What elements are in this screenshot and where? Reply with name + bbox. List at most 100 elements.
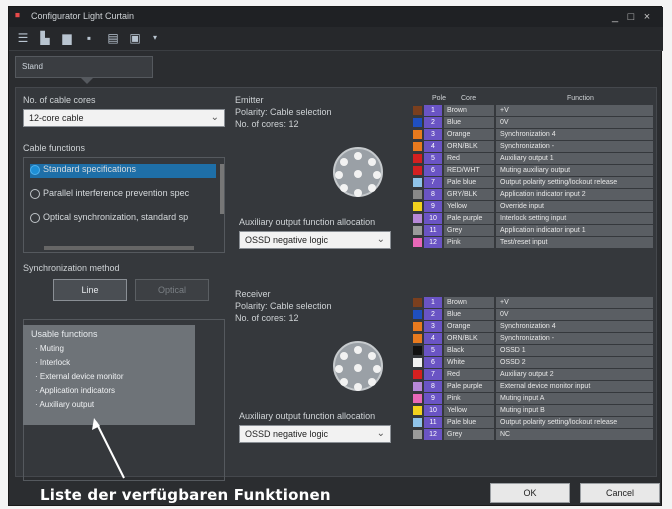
core-color-swatch (413, 298, 422, 307)
core-color-swatch (413, 226, 422, 235)
pin-function: Synchronization - (496, 141, 653, 152)
core-color-swatch (413, 358, 422, 367)
pole-number: 11 (424, 225, 442, 236)
menu-icon[interactable]: ☰ (15, 30, 31, 46)
pole-number: 5 (424, 345, 442, 356)
maximize-button[interactable]: □ (623, 9, 639, 25)
core-color-swatch (413, 406, 422, 415)
minimize-button[interactable]: _ (607, 9, 623, 25)
function-item-label: Interlock (39, 358, 71, 367)
emitter-connector-icon (333, 147, 383, 197)
radio-standard-spec[interactable]: Standard specifications (30, 164, 216, 178)
pole-number: 11 (424, 417, 442, 428)
function-item-label: Auxiliary output (39, 400, 95, 409)
toolbar: ☰ ▙ ▆ ▪ ▤ ▣ ▾ (9, 27, 663, 51)
pole-number: 3 (424, 321, 442, 332)
app-window: ⏹ Configurator Light Curtain _ □ × ☰ ▙ ▆… (8, 6, 663, 506)
pin-function: +V (496, 105, 653, 116)
pin-function: 0V (496, 117, 653, 128)
pin-function: OSSD 1 (496, 345, 653, 356)
pin-function: Auxiliary output 1 (496, 153, 653, 164)
pin-icon (354, 364, 362, 372)
core-color-swatch (413, 106, 422, 115)
receiver-pin-table: 1 Brown +V 2 Blue 0V 3 Orange Synchronization 44… (413, 297, 653, 441)
receiver-aux-label: Auxiliary output function allocation (239, 411, 376, 421)
ok-button[interactable]: OK (490, 483, 570, 503)
pin-icon (368, 378, 376, 386)
pin-function: Test/reset input (496, 237, 653, 248)
cores-select-value: 12-core cable (29, 113, 84, 123)
pin-icon (335, 171, 343, 179)
cancel-button[interactable]: Cancel (580, 483, 660, 503)
pin-function: Application indicator input 2 (496, 189, 653, 200)
pin-function: Output polarity setting/lockout release (496, 417, 653, 428)
receiver-row: 4 ORN/BLK Synchronization - (413, 333, 653, 344)
pin-function: Muting auxiliary output (496, 165, 653, 176)
pin-icon (354, 152, 362, 160)
close-button[interactable]: × (639, 9, 655, 25)
sync-optical-button[interactable]: Optical (135, 279, 209, 301)
vertical-scrollbar[interactable] (220, 164, 224, 214)
new-file-icon[interactable]: ▙ (37, 30, 53, 46)
receiver-row: 10 Yellow Muting input B (413, 405, 653, 416)
core-name: White (444, 357, 494, 368)
core-name: ORN/BLK (444, 141, 494, 152)
radio-icon (30, 212, 40, 223)
pin-function: +V (496, 297, 653, 308)
function-item: · Interlock (35, 358, 71, 367)
cores-label: No. of cable cores (23, 95, 96, 105)
connect-icon[interactable]: ▤ (105, 30, 121, 46)
core-color-swatch (413, 142, 422, 151)
core-color-swatch (413, 418, 422, 427)
core-name: RED/WHT (444, 165, 494, 176)
pole-number: 2 (424, 309, 442, 320)
pin-function: Muting input B (496, 405, 653, 416)
radio-optical-sync[interactable]: Optical synchronization, standard sp (30, 212, 216, 226)
radio-parallel-interference[interactable]: Parallel interference prevention spec (30, 188, 216, 202)
core-name: Yellow (444, 201, 494, 212)
chevron-down-icon: ⌄ (376, 428, 385, 439)
core-color-swatch (413, 190, 422, 199)
receiver-title: Receiver (235, 289, 271, 299)
core-color-swatch (413, 214, 422, 223)
core-name: Red (444, 153, 494, 164)
open-folder-icon[interactable]: ▆ (59, 30, 75, 46)
receiver-aux-select[interactable]: OSSD negative logic ⌄ (239, 425, 391, 443)
pin-function: 0V (496, 309, 653, 320)
tab-pointer (81, 78, 93, 84)
emitter-aux-label: Auxiliary output function allocation (239, 217, 376, 227)
cores-select[interactable]: 12-core cable ⌄ (23, 109, 225, 127)
core-name: Orange (444, 321, 494, 332)
pole-number: 5 (424, 153, 442, 164)
sync-method-label: Synchronization method (23, 263, 120, 273)
emitter-row: 5 Red Auxiliary output 1 (413, 153, 653, 164)
core-color-swatch (413, 178, 422, 187)
title-bar: ⏹ Configurator Light Curtain _ □ × (9, 7, 663, 27)
tab-stand[interactable]: Stand (15, 56, 153, 78)
core-name: Grey (444, 225, 494, 236)
receiver-aux-value: OSSD negative logic (245, 429, 329, 439)
app-icon: ⏹ (15, 10, 20, 21)
function-item-label: Application indicators (39, 386, 116, 395)
pin-function: Interlock setting input (496, 213, 653, 224)
function-item-label: Muting (39, 344, 64, 353)
radio-label: Standard specifications (43, 164, 137, 174)
pin-function: External device monitor input (496, 381, 653, 392)
core-name: Pale blue (444, 177, 494, 188)
core-name: Yellow (444, 405, 494, 416)
usable-functions-panel: Usable functions · Muting · Interlock · … (23, 325, 195, 425)
core-name: ORN/BLK (444, 333, 494, 344)
dropdown-icon[interactable]: ▾ (147, 30, 163, 46)
emitter-aux-select[interactable]: OSSD negative logic ⌄ (239, 231, 391, 249)
core-color-swatch (413, 394, 422, 403)
pole-number: 8 (424, 189, 442, 200)
pin-icon (340, 378, 348, 386)
horizontal-scrollbar[interactable] (44, 246, 194, 250)
save-icon[interactable]: ▪ (81, 30, 97, 46)
pole-number: 4 (424, 141, 442, 152)
pole-number: 10 (424, 213, 442, 224)
receiver-row: 5 Black OSSD 1 (413, 345, 653, 356)
core-color-swatch (413, 370, 422, 379)
device-icon[interactable]: ▣ (127, 30, 143, 46)
sync-line-button[interactable]: Line (53, 279, 127, 301)
